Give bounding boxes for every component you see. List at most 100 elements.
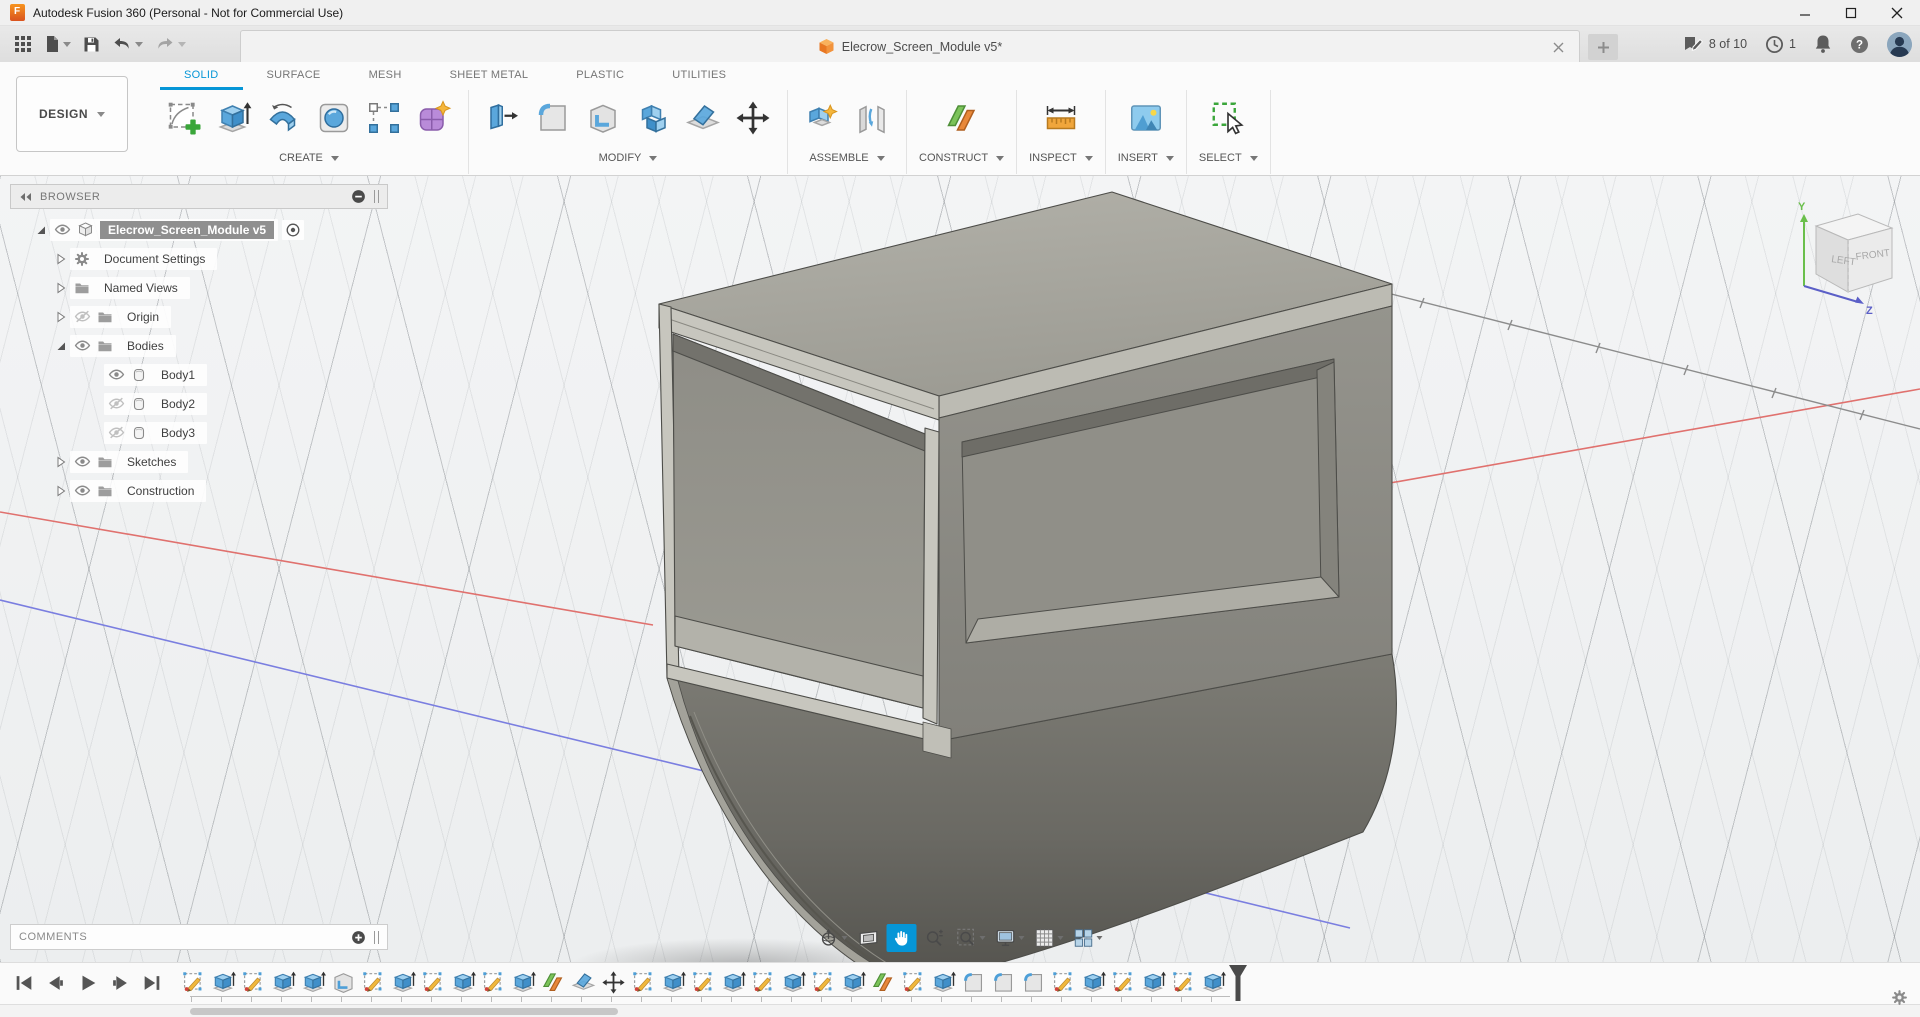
timeline-feature-fillet-27[interactable]: [958, 968, 988, 996]
extension-timer[interactable]: 1: [1765, 35, 1796, 54]
press-pull-button[interactable]: [481, 94, 525, 142]
timeline-feature-extrude-12[interactable]: [508, 968, 538, 996]
redo-caret[interactable]: [178, 42, 186, 47]
group-label-insert[interactable]: INSERT: [1118, 146, 1174, 170]
viewport-canvas[interactable]: BROWSER Elecrow_Screen_Module v5 Document…: [0, 176, 1920, 962]
save-button[interactable]: [79, 30, 104, 58]
timeline-feature-sketch-3[interactable]: [238, 968, 268, 996]
minimize-panel-icon[interactable]: [351, 189, 366, 204]
timeline-feature-sketch-22[interactable]: [808, 968, 838, 996]
timeline-feature-extrude-21[interactable]: [778, 968, 808, 996]
job-status[interactable]: 8 of 10: [1683, 35, 1747, 54]
timeline-feature-shell-6[interactable]: [328, 968, 358, 996]
fit-window-dropdown-caret[interactable]: [980, 936, 986, 940]
timeline-feature-extrude-17[interactable]: [658, 968, 688, 996]
expand-arrow-icon[interactable]: [52, 485, 70, 497]
timeline-scroll-thumb[interactable]: [190, 1008, 618, 1015]
step-forward-button[interactable]: [108, 971, 132, 995]
timeline-feature-extrude-5[interactable]: [298, 968, 328, 996]
comments-drag-handle[interactable]: [374, 931, 379, 944]
visibility-off-icon[interactable]: [108, 425, 125, 440]
tab-sheet-metal[interactable]: SHEET METAL: [426, 62, 553, 90]
play-button[interactable]: [76, 971, 100, 995]
timeline-feature-extrude-10[interactable]: [448, 968, 478, 996]
visibility-on-icon[interactable]: [74, 483, 91, 498]
expand-arrow-icon[interactable]: [52, 282, 70, 294]
display-settings-button[interactable]: [992, 924, 1028, 952]
browser-item-body1[interactable]: Body1: [10, 360, 388, 389]
browser-item-elecrow-screen-module-v5[interactable]: Elecrow_Screen_Module v5: [10, 215, 388, 244]
help-button[interactable]: ?: [1850, 35, 1869, 54]
browser-item-label[interactable]: Elecrow_Screen_Module v5: [100, 221, 274, 239]
browser-item-label[interactable]: Bodies: [119, 337, 172, 355]
tab-solid[interactable]: SOLID: [160, 62, 243, 90]
browser-item-bodies[interactable]: Bodies: [10, 331, 388, 360]
minimize-button[interactable]: [1782, 0, 1828, 25]
shell-button[interactable]: [581, 94, 625, 142]
activate-component-icon[interactable]: [282, 220, 304, 240]
expand-arrow-icon[interactable]: [52, 311, 70, 323]
combine-button[interactable]: [631, 94, 675, 142]
insert-image-button[interactable]: [1124, 94, 1168, 142]
display-settings-dropdown-caret[interactable]: [1019, 936, 1025, 940]
timeline-feature-sketch-20[interactable]: [748, 968, 778, 996]
browser-item-label[interactable]: Named Views: [96, 279, 186, 297]
maximize-button[interactable]: [1828, 0, 1874, 25]
browser-item-body3[interactable]: Body3: [10, 418, 388, 447]
timeline-feature-extrude-26[interactable]: [928, 968, 958, 996]
undo-button[interactable]: [108, 30, 147, 58]
file-menu-button[interactable]: [40, 30, 75, 58]
timeline-feature-split-14[interactable]: [568, 968, 598, 996]
model-body[interactable]: [659, 192, 1396, 962]
timeline-feature-fillet-29[interactable]: [1018, 968, 1048, 996]
expand-arrow-icon[interactable]: [52, 456, 70, 468]
grid-and-snaps-button[interactable]: [1031, 924, 1067, 952]
browser-item-label[interactable]: Body3: [153, 424, 203, 442]
collapse-panel-icon[interactable]: [19, 192, 32, 202]
group-label-select[interactable]: SELECT: [1199, 146, 1258, 170]
timeline-feature-sketch-16[interactable]: [628, 968, 658, 996]
app-grid-icon[interactable]: [10, 30, 36, 58]
look-at-button[interactable]: [854, 924, 884, 952]
timeline-feature-plane-24[interactable]: [868, 968, 898, 996]
tab-surface[interactable]: SURFACE: [243, 62, 345, 90]
view-cube[interactable]: LEFT FRONT Y Z: [1766, 188, 1906, 328]
document-tab[interactable]: Elecrow_Screen_Module v5*: [240, 30, 1580, 62]
browser-item-document-settings[interactable]: Document Settings: [10, 244, 388, 273]
revolve-button[interactable]: [262, 94, 306, 142]
timeline-feature-plane-13[interactable]: [538, 968, 568, 996]
timeline-feature-move-15[interactable]: [598, 968, 628, 996]
hole-button[interactable]: [312, 94, 356, 142]
viewports-dropdown-caret[interactable]: [1097, 936, 1103, 940]
browser-item-label[interactable]: Sketches: [119, 453, 184, 471]
joint-button[interactable]: [850, 94, 894, 142]
workspace-selector[interactable]: DESIGN: [16, 76, 128, 152]
visibility-off-icon[interactable]: [74, 309, 91, 324]
viewports-button[interactable]: [1070, 924, 1106, 952]
browser-item-construction[interactable]: Construction: [10, 476, 388, 505]
timeline-feature-extrude-4[interactable]: [268, 968, 298, 996]
create-sketch-button[interactable]: [162, 94, 206, 142]
browser-item-body2[interactable]: Body2: [10, 389, 388, 418]
split-body-button[interactable]: [681, 94, 725, 142]
timeline-feature-extrude-35[interactable]: [1198, 968, 1228, 996]
visibility-on-icon[interactable]: [54, 222, 71, 237]
collapse-arrow-icon[interactable]: [32, 224, 50, 236]
group-label-inspect[interactable]: INSPECT: [1029, 146, 1093, 170]
orbit-button[interactable]: [815, 924, 851, 952]
preferences-gear-icon[interactable]: [1891, 989, 1908, 1011]
timeline-feature-sketch-25[interactable]: [898, 968, 928, 996]
timeline-position-marker[interactable]: [1228, 965, 1248, 1006]
user-avatar[interactable]: [1887, 32, 1912, 57]
browser-item-origin[interactable]: Origin: [10, 302, 388, 331]
timeline-feature-sketch-30[interactable]: [1048, 968, 1078, 996]
timeline-feature-extrude-31[interactable]: [1078, 968, 1108, 996]
expand-arrow-icon[interactable]: [52, 253, 70, 265]
browser-item-label[interactable]: Body1: [153, 366, 203, 384]
browser-header[interactable]: BROWSER: [10, 184, 388, 209]
timeline-feature-extrude-2[interactable]: [208, 968, 238, 996]
rectangular-pattern-button[interactable]: [362, 94, 406, 142]
fit-window-button[interactable]: [953, 924, 989, 952]
pan-button[interactable]: [887, 924, 917, 952]
browser-item-label[interactable]: Document Settings: [96, 250, 213, 268]
